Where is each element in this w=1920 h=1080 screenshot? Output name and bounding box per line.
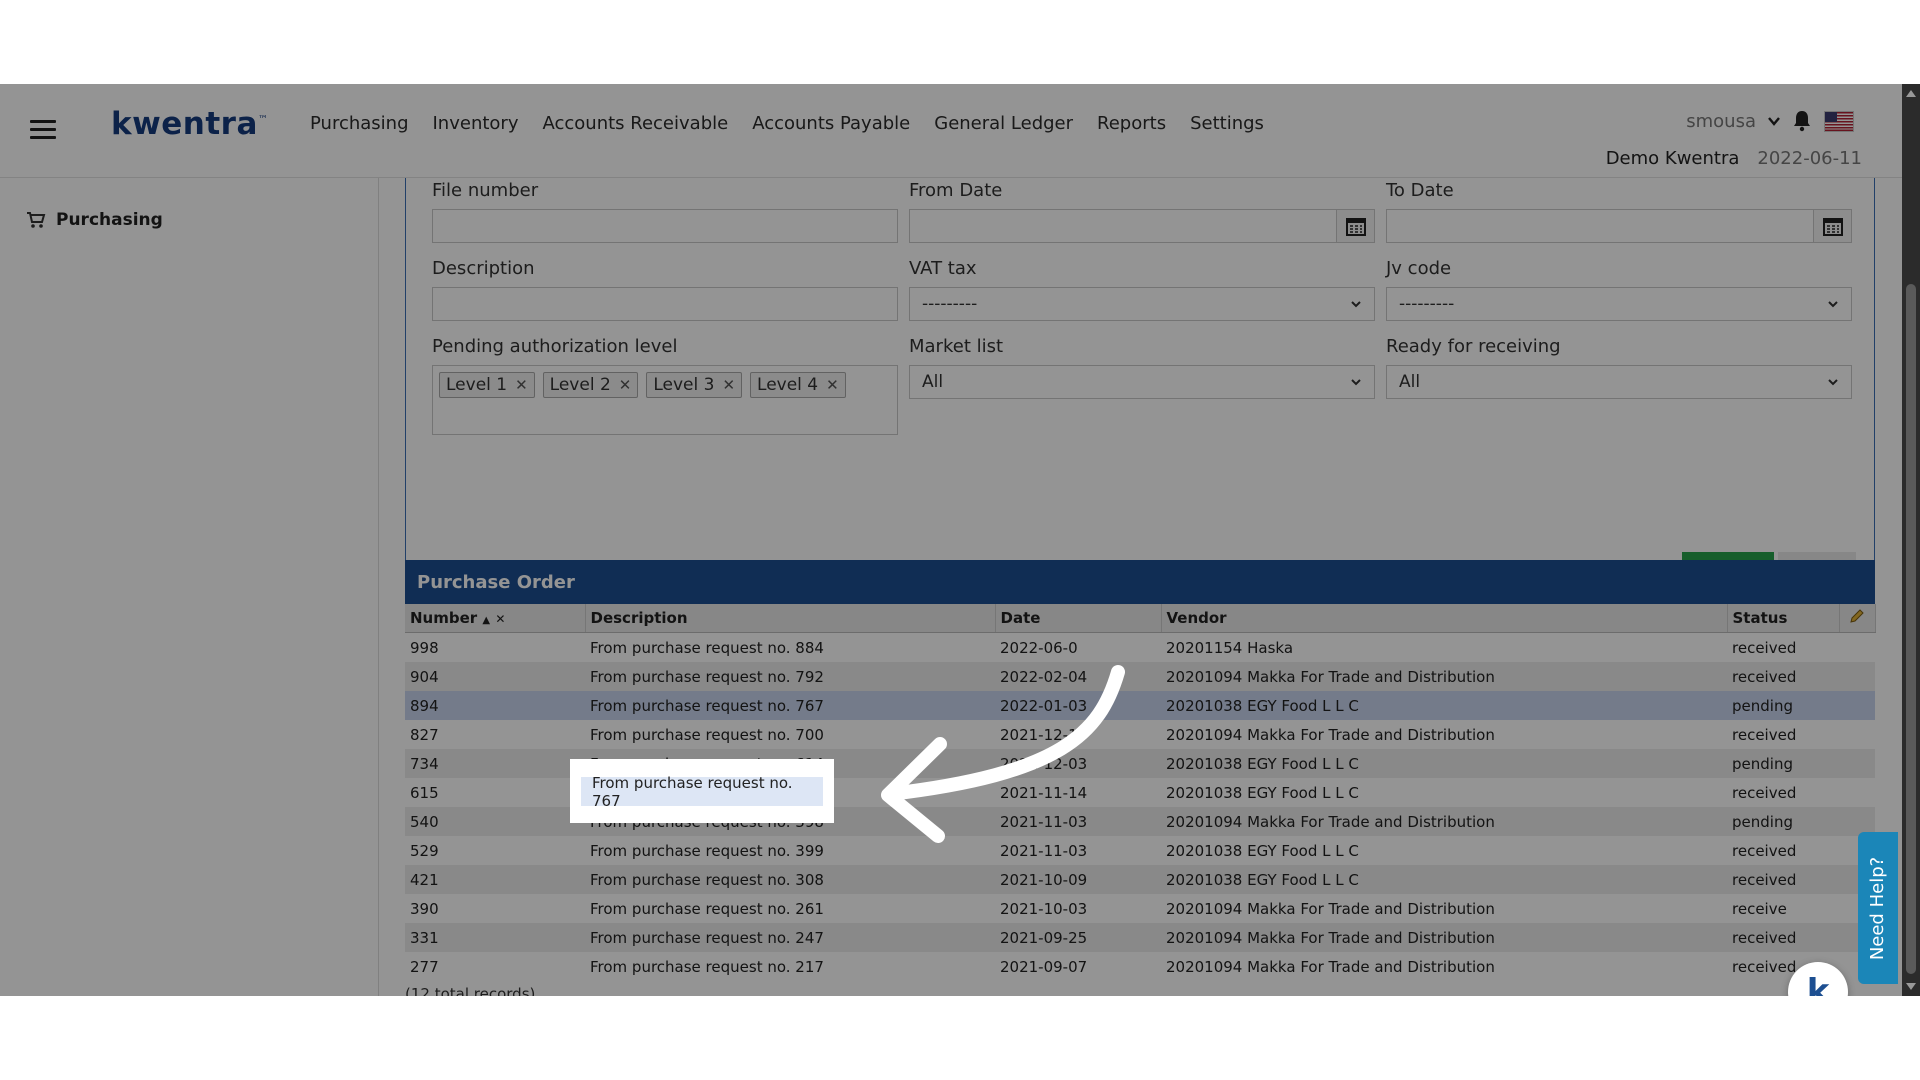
- jv-code-select[interactable]: ---------: [1386, 287, 1852, 321]
- page-scrollbar[interactable]: [1902, 84, 1920, 996]
- scroll-thumb[interactable]: [1906, 284, 1916, 974]
- table-row-selected[interactable]: 894 From purchase request no. 767 2022-01-…: [405, 691, 1875, 720]
- file-number-field: File number: [432, 180, 898, 243]
- scroll-down-arrow-icon[interactable]: [1906, 983, 1916, 990]
- to-date-field: To Date: [1386, 180, 1852, 243]
- nav-inventory[interactable]: Inventory: [421, 110, 531, 138]
- vat-tax-select[interactable]: ---------: [909, 287, 1375, 321]
- sort-asc-icon[interactable]: ▲: [482, 615, 490, 626]
- edit-columns-icon[interactable]: [1839, 604, 1876, 633]
- bell-icon[interactable]: [1792, 110, 1812, 132]
- market-list-select[interactable]: All: [909, 365, 1375, 399]
- market-list-field: Market list All: [909, 336, 1375, 399]
- top-navbar: kwentra™ Purchasing Inventory Accounts R…: [0, 84, 1902, 178]
- pending-authorization-multiselect[interactable]: Level 1 ✕ Level 2 ✕ Level 3 ✕ Level 4 ✕: [432, 365, 898, 435]
- remove-tag-icon[interactable]: ✕: [515, 376, 528, 394]
- cart-icon: [27, 212, 46, 228]
- description-field: Description: [432, 258, 898, 321]
- need-help-tab[interactable]: Need Help?: [1858, 832, 1898, 984]
- sidebar-item-purchasing[interactable]: Purchasing: [26, 210, 163, 230]
- table-row[interactable]: 998 From purchase request no. 884 2022-06-…: [405, 633, 1875, 663]
- ready-for-receiving-select[interactable]: All: [1386, 365, 1852, 399]
- search-form: File number From Date To Date Descriptio: [405, 178, 1875, 612]
- total-records: (12 total records): [405, 985, 536, 996]
- ready-for-receiving-field: Ready for receiving All: [1386, 336, 1852, 399]
- grid-title: Purchase Order: [405, 560, 1875, 604]
- vat-tax-label: VAT tax: [909, 258, 977, 279]
- us-flag-icon[interactable]: [1824, 110, 1854, 132]
- column-header-description[interactable]: Description: [585, 604, 996, 633]
- app-window: kwentra™ Purchasing Inventory Accounts R…: [0, 84, 1902, 996]
- column-header-number[interactable]: Number ▲ ✕: [405, 604, 586, 633]
- level-tag[interactable]: Level 3 ✕: [646, 372, 743, 398]
- highlighted-description[interactable]: From purchase request no. 767: [581, 774, 823, 810]
- nav-reports[interactable]: Reports: [1085, 110, 1178, 138]
- to-date-label: To Date: [1386, 180, 1454, 201]
- level-tag[interactable]: Level 2 ✕: [542, 372, 639, 398]
- file-number-input[interactable]: [432, 209, 898, 243]
- user-menu[interactable]: smousa: [1686, 111, 1756, 132]
- market-list-label: Market list: [909, 336, 1004, 357]
- company-info: Demo Kwentra 2022-06-11: [1606, 148, 1862, 169]
- level-tag[interactable]: Level 1 ✕: [439, 372, 535, 398]
- from-date-label: From Date: [909, 180, 1003, 201]
- remove-tag-icon[interactable]: ✕: [619, 376, 632, 394]
- file-number-label: File number: [432, 180, 539, 201]
- table-row[interactable]: 390 From purchase request no. 261 2021-10-…: [405, 894, 1875, 923]
- calendar-icon[interactable]: [1337, 209, 1375, 243]
- session-date: 2022-06-11: [1757, 148, 1862, 169]
- sidebar: Purchasing: [0, 178, 379, 996]
- description-input[interactable]: [432, 287, 898, 321]
- sidebar-item-label: Purchasing: [56, 210, 163, 230]
- calendar-icon[interactable]: [1814, 209, 1852, 243]
- remove-tag-icon[interactable]: ✕: [826, 376, 839, 394]
- scroll-up-arrow-icon[interactable]: [1906, 90, 1916, 97]
- table-row[interactable]: 277 From purchase request no. 217 2021-09-…: [405, 952, 1875, 981]
- nav-accounts-receivable[interactable]: Accounts Receivable: [530, 110, 740, 138]
- pending-authorization-field: Pending authorization level Level 1 ✕ Lev…: [432, 336, 898, 435]
- remove-tag-icon[interactable]: ✕: [722, 376, 735, 394]
- chevron-down-icon: [1351, 379, 1361, 386]
- from-date-input[interactable]: [909, 209, 1337, 243]
- nav-accounts-payable[interactable]: Accounts Payable: [740, 110, 922, 138]
- pending-authorization-label: Pending authorization level: [432, 336, 678, 357]
- chevron-down-icon: [1351, 301, 1361, 308]
- nav-settings[interactable]: Settings: [1178, 110, 1276, 138]
- ready-for-receiving-label: Ready for receiving: [1386, 336, 1561, 357]
- nav-general-ledger[interactable]: General Ledger: [922, 110, 1085, 138]
- table-row[interactable]: 827 From purchase request no. 700 2021-12-…: [405, 720, 1875, 749]
- nav-purchasing[interactable]: Purchasing: [298, 110, 421, 138]
- company-name: Demo Kwentra: [1605, 148, 1740, 169]
- main-nav: Purchasing Inventory Accounts Receivable…: [298, 110, 1276, 138]
- table-row[interactable]: 529 From purchase request no. 399 2021-11-…: [405, 836, 1875, 865]
- hamburger-menu-icon[interactable]: [30, 120, 56, 140]
- clear-sort-icon[interactable]: ✕: [495, 612, 505, 626]
- level-tag[interactable]: Level 4 ✕: [750, 372, 846, 398]
- column-header-date[interactable]: Date: [995, 604, 1162, 633]
- highlighted-cell-callout[interactable]: From purchase request no. 767: [570, 759, 834, 823]
- table-row[interactable]: 421 From purchase request no. 308 2021-10-…: [405, 865, 1875, 894]
- column-header-status[interactable]: Status: [1727, 604, 1840, 633]
- user-area: smousa: [1686, 110, 1854, 132]
- chevron-down-icon: [1828, 301, 1838, 308]
- chevron-down-icon: [1828, 379, 1838, 386]
- description-label: Description: [432, 258, 535, 279]
- jv-code-field: Jv code ---------: [1386, 258, 1852, 321]
- from-date-field: From Date: [909, 180, 1375, 243]
- kwentra-logo[interactable]: kwentra™: [111, 106, 268, 142]
- table-row[interactable]: 331 From purchase request no. 247 2021-09-…: [405, 923, 1875, 952]
- vat-tax-field: VAT tax ---------: [909, 258, 1375, 321]
- table-row[interactable]: 904 From purchase request no. 792 2022-02-…: [405, 662, 1875, 691]
- chevron-down-icon[interactable]: [1768, 115, 1780, 127]
- jv-code-label: Jv code: [1386, 258, 1452, 279]
- column-header-vendor[interactable]: Vendor: [1161, 604, 1728, 633]
- to-date-input[interactable]: [1386, 209, 1814, 243]
